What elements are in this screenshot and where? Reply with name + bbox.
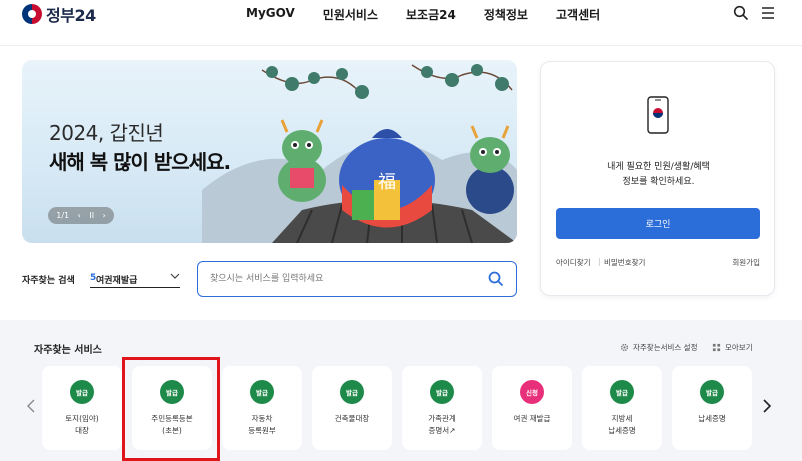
service-card-tax-certificate[interactable]: 발급 납세증명 [672,366,752,450]
signup-link[interactable]: 회원가입 [732,257,760,268]
service-search-box [197,261,517,297]
banner-pause-button[interactable]: II [89,211,94,220]
search-icon[interactable] [488,271,504,287]
nav-subsidy[interactable]: 보조금24 [406,6,456,23]
nav-customer-center[interactable]: 고객센터 [556,6,600,23]
svg-text:福: 福 [378,172,396,193]
service-name-line2: 대장 [75,426,89,435]
service-card-local-tax-certificate[interactable]: 발급 지방세 납세증명 [582,366,662,450]
logo[interactable]: 정부24 [22,2,96,26]
service-name-line1: 여권 재발급 [513,414,551,423]
login-message-line1: 내게 필요한 민원/생활/혜택 [607,162,710,172]
chevron-right-icon[interactable] [762,398,772,414]
chevron-left-icon[interactable] [26,398,36,414]
service-name-line1: 지방세 [611,414,633,423]
view-all-services[interactable]: 모아보기 [712,342,753,353]
frequent-search-value: 여권재발급 [96,276,138,286]
highlight-box [122,357,220,461]
frequent-search-dropdown[interactable]: 5 여권재발급 [90,266,180,288]
find-password-link[interactable]: 비밀번호찾기 [604,257,645,268]
nav-mygov[interactable]: MyGOV [246,6,295,23]
search-icon[interactable] [733,5,749,21]
service-name-line2: 등록원부 [248,426,276,435]
service-card-family-certificate[interactable]: 발급 가족관계 증명서↗ [402,366,482,450]
banner-prev-button[interactable]: ‹ [78,211,81,220]
banner-next-button[interactable]: › [103,211,106,220]
issue-badge: 발급 [430,380,454,404]
service-name: 여권 재발급 [492,413,572,425]
taegeuk-logo-icon [22,4,42,24]
nav-civil-service[interactable]: 민원서비스 [323,6,378,23]
apply-badge: 신청 [520,380,544,404]
service-card-building-register[interactable]: 발급 건축물대장 [312,366,392,450]
nav-policy[interactable]: 정책정보 [484,6,528,23]
service-name-line2: 증명서↗ [428,426,456,435]
banner-title-line2: 새해 복 많이 받으세요. [49,150,231,174]
hero-banner[interactable]: 福 2024, 갑진년 새해 복 많이 받으세요. 1/1 ‹ II › [22,60,517,243]
issue-badge: 발급 [700,380,724,404]
issue-badge: 발급 [250,380,274,404]
view-all-label: 모아보기 [725,343,753,352]
phone-icon [647,96,669,134]
service-name: 건축물대장 [312,413,392,425]
service-name-line1: 건축물대장 [334,414,370,423]
issue-badge: 발급 [70,380,94,404]
top-header: 정부24 MyGOV 민원서비스 보조금24 정책정보 고객센터 [0,0,802,46]
find-id-link[interactable]: 아이디찾기 [556,257,591,268]
link-separator: | [598,257,601,266]
service-name: 납세증명 [672,413,752,425]
chevron-down-icon [170,273,180,279]
login-message-line2: 정보를 확인하세요. [622,177,695,187]
service-name-line1: 자동차 [251,414,273,423]
menu-icon[interactable] [760,5,776,21]
frequent-services-title: 자주찾는 서비스 [34,345,102,356]
gear-icon [620,343,629,352]
settings-label: 자주찾는서비스 설정 [633,343,698,352]
logo-text: 정부24 [46,6,96,25]
banner-counter: 1/1 [56,211,70,220]
new-year-illustration: 福 [202,64,517,243]
login-button[interactable]: 로그인 [556,208,760,239]
grid-icon [712,343,721,352]
frequent-services-settings[interactable]: 자주찾는서비스 설정 [620,342,697,353]
service-card-passport-reissue[interactable]: 신청 여권 재발급 [492,366,572,450]
service-name-line1: 납세증명 [698,414,726,423]
banner-title-line1: 2024, 갑진년 [49,121,164,145]
service-name: 지방세 납세증명 [582,413,662,437]
service-name-line2: 납세증명 [608,426,636,435]
service-search-input[interactable] [210,271,480,287]
service-name-line1: 가족관계 [428,414,456,423]
login-card: 내게 필요한 민원/생활/혜택 정보를 확인하세요. 로그인 아이디찾기 | 비… [540,61,775,296]
main-nav: MyGOV 민원서비스 보조금24 정책정보 고객센터 [246,6,628,23]
service-name: 자동차 등록원부 [222,413,302,437]
service-card-vehicle-register[interactable]: 발급 자동차 등록원부 [222,366,302,450]
frequent-search-label: 자주찾는 검색 [22,276,75,286]
service-name: 가족관계 증명서↗ [402,413,482,437]
banner-controls: 1/1 ‹ II › [48,207,114,224]
issue-badge: 발급 [610,380,634,404]
issue-badge: 발급 [340,380,364,404]
service-name: 토지(임야) 대장 [42,413,122,437]
service-card-land-register[interactable]: 발급 토지(임야) 대장 [42,366,122,450]
frequent-services-section: 자주찾는 서비스 자주찾는서비스 설정 모아보기 발급 토지(임야) 대장 발급… [0,320,802,461]
service-name-line1: 토지(임야) [65,414,99,423]
